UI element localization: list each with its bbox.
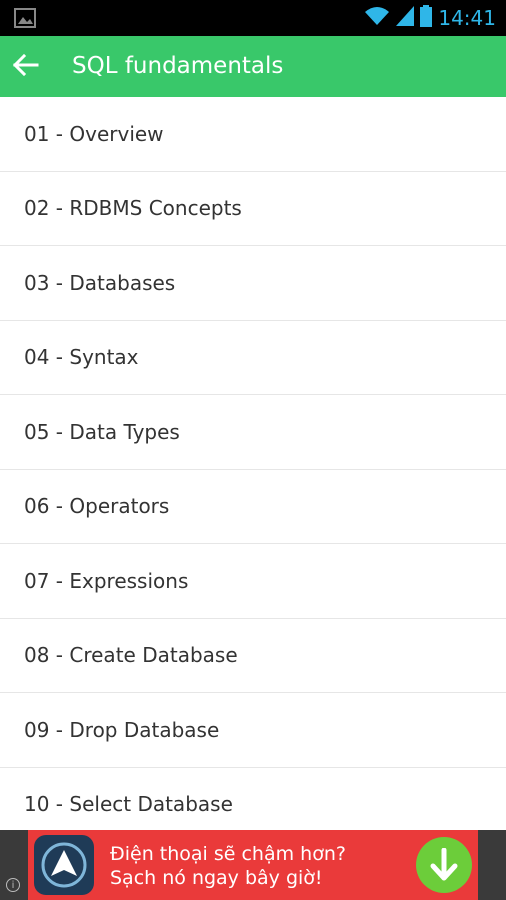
arrow-back-icon <box>12 53 39 80</box>
image-icon <box>14 7 36 29</box>
ad-text: Điện thoại sẽ chậm hơn? Sạch nó ngay bây… <box>110 842 346 890</box>
battery-icon <box>420 5 433 31</box>
status-icons: 14:41 <box>364 5 496 31</box>
back-button[interactable] <box>10 51 42 83</box>
clock: 14:41 <box>438 6 496 30</box>
list-item-label: 05 - Data Types <box>24 419 180 444</box>
list-item[interactable]: 04 - Syntax <box>0 321 506 395</box>
wifi-icon <box>364 6 390 30</box>
app-bar: SQL fundamentals <box>0 36 506 97</box>
ad-line-1: Điện thoại sẽ chậm hơn? <box>110 843 346 865</box>
list-item-label: 02 - RDBMS Concepts <box>24 196 242 221</box>
list-item[interactable]: 07 - Expressions <box>0 544 506 619</box>
list-item[interactable]: 01 - Overview <box>0 97 506 172</box>
download-icon[interactable] <box>416 837 472 893</box>
page-title: SQL fundamentals <box>72 53 284 79</box>
list-item-label: 04 - Syntax <box>24 345 139 370</box>
list-item-label: 01 - Overview <box>24 121 164 146</box>
list-item[interactable]: 03 - Databases <box>0 246 506 321</box>
status-bar: 14:41 <box>0 0 506 36</box>
signal-icon <box>396 6 415 30</box>
ad-banner[interactable]: Điện thoại sẽ chậm hơn? Sạch nó ngay bây… <box>28 830 478 900</box>
list-item[interactable]: 09 - Drop Database <box>0 693 506 768</box>
ad-logo-icon <box>34 835 94 895</box>
list-item-label: 07 - Expressions <box>24 568 189 593</box>
list-item-label: 03 - Databases <box>24 270 176 295</box>
ad-bar: i Điện thoại sẽ chậm hơn? Sạch nó ngay b… <box>0 830 506 900</box>
info-icon[interactable]: i <box>6 878 20 892</box>
list-item[interactable]: 05 - Data Types <box>0 395 506 470</box>
list-item-label: 09 - Drop Database <box>24 717 220 742</box>
list-item[interactable]: 10 - Select Database <box>0 768 506 831</box>
list-item-label: 06 - Operators <box>24 494 170 519</box>
ad-line-2: Sạch nó ngay bây giờ! <box>110 867 323 889</box>
list-item[interactable]: 02 - RDBMS Concepts <box>0 172 506 246</box>
list-item-label: 08 - Create Database <box>24 643 238 668</box>
list-item[interactable]: 08 - Create Database <box>0 619 506 693</box>
list-item-label: 10 - Select Database <box>24 792 233 817</box>
list-item[interactable]: 06 - Operators <box>0 470 506 544</box>
chapter-list: 01 - Overview 02 - RDBMS Concepts 03 - D… <box>0 97 506 830</box>
